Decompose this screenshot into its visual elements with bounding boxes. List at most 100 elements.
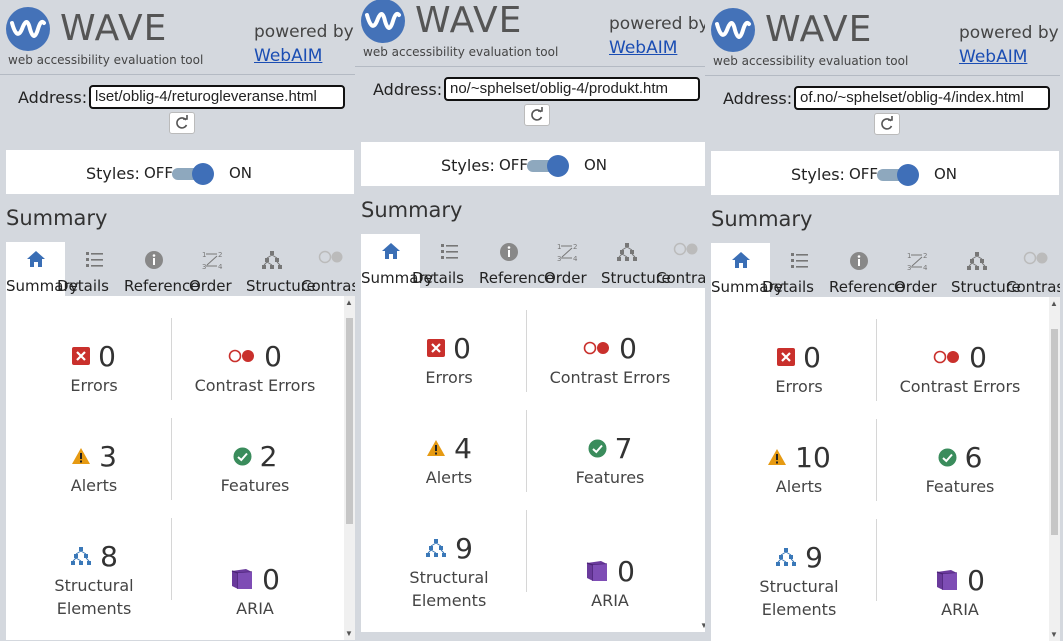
errors-summary[interactable]: 0 Errors	[366, 332, 532, 389]
aria-icon	[586, 561, 608, 581]
tab-structure[interactable]: Structure	[242, 242, 316, 296]
address-label: Address:	[723, 89, 793, 108]
tab-label: Order	[544, 269, 587, 287]
features-count: 2	[259, 439, 278, 473]
scroll-down-icon[interactable]: ▼	[1050, 630, 1058, 639]
tab-label: Details	[762, 278, 815, 296]
structural-summary[interactable]: 9 Structural Elements	[366, 532, 532, 612]
aria-summary[interactable]: 0 ARIA	[172, 563, 338, 620]
errors-count: 0	[98, 339, 116, 373]
tab-bar: Summary Details Reference 1234 Order Str…	[6, 242, 355, 296]
structure-icon	[71, 547, 92, 565]
styles-toggle-knob[interactable]	[547, 155, 569, 177]
styles-on-label: ON	[584, 156, 608, 174]
aria-summary[interactable]: 0 ARIA	[877, 564, 1043, 621]
contrast-errors-count: 0	[969, 340, 987, 374]
styles-toggle-knob[interactable]	[192, 163, 214, 185]
error-icon	[427, 339, 446, 357]
structural-summary[interactable]: 9 Structural Elements	[716, 541, 882, 621]
tab-details[interactable]: Details	[762, 243, 829, 297]
svg-text:3: 3	[907, 264, 911, 272]
tab-order[interactable]: 1 2 3 4 Order	[183, 242, 242, 296]
reload-button[interactable]	[524, 104, 550, 126]
app-subtitle: web accessibility evaluation tool	[8, 53, 204, 67]
errors-summary[interactable]: 0 Errors	[11, 340, 177, 397]
tab-reference[interactable]: Reference	[829, 243, 905, 297]
tab-contrast[interactable]: Contrast	[301, 242, 355, 296]
svg-text:2: 2	[923, 252, 927, 260]
contrast-errors-label: Contrast Errors	[194, 376, 316, 395]
structural-label: Structural Elements	[366, 566, 532, 612]
address-input[interactable]: no/~sphelset/oblig-4/produkt.htm	[444, 77, 700, 101]
tab-label: Details	[412, 269, 465, 287]
contrast-errors-count: 0	[619, 331, 637, 365]
wave-logo-icon[interactable]	[6, 7, 50, 51]
tab-reference[interactable]: Reference	[479, 234, 555, 288]
features-summary[interactable]: 6 Features	[877, 441, 1043, 498]
address-input[interactable]: of.no/~sphelset/oblig-4/index.html	[794, 86, 1050, 110]
structural-count: 9	[455, 531, 473, 565]
structural-label-line2: Elements	[56, 599, 132, 618]
aria-summary[interactable]: 0 ARIA	[527, 555, 693, 612]
tab-contrast[interactable]: Contrast	[656, 234, 710, 288]
tab-order[interactable]: 1 2 3 4 Order	[888, 243, 947, 297]
webaim-link[interactable]: WebAIM	[959, 47, 1027, 67]
reload-button[interactable]	[169, 112, 195, 134]
tab-order[interactable]: 1 2 3 4 Order	[538, 234, 597, 288]
reload-button[interactable]	[874, 113, 900, 135]
tab-details[interactable]: Details	[57, 242, 124, 296]
tab-structure[interactable]: Structure	[947, 243, 1021, 297]
address-input[interactable]: lset/oblig-4/returogleveranse.html	[89, 85, 345, 109]
scroll-down-icon[interactable]: ▼	[345, 629, 353, 638]
powered-by: powered by WebAIM	[609, 12, 709, 60]
address-label: Address:	[18, 88, 88, 107]
structural-label-line2: Elements	[761, 600, 837, 619]
alerts-summary[interactable]: 10 Alerts	[716, 441, 882, 498]
alerts-summary[interactable]: 3 Alerts	[11, 440, 177, 497]
structural-count: 9	[805, 540, 823, 574]
scroll-up-icon[interactable]: ▲	[345, 298, 353, 307]
svg-text:4: 4	[573, 255, 578, 263]
alerts-count: 4	[454, 431, 472, 465]
errors-label: Errors	[425, 368, 473, 387]
address-label: Address:	[373, 80, 443, 99]
tab-details[interactable]: Details	[412, 234, 479, 288]
app-subtitle: web accessibility evaluation tool	[363, 45, 559, 59]
features-label: Features	[925, 477, 995, 496]
webaim-link[interactable]: WebAIM	[254, 46, 322, 66]
aria-label: ARIA	[591, 591, 629, 610]
tab-contrast[interactable]: Contrast	[1006, 243, 1060, 297]
contrast-errors-summary[interactable]: 0 Contrast Errors	[877, 341, 1043, 398]
tab-structure[interactable]: Structure	[597, 234, 671, 288]
scroll-up-icon[interactable]: ▲	[1050, 299, 1058, 308]
scroll-thumb[interactable]	[1051, 329, 1058, 535]
features-label: Features	[220, 476, 290, 495]
contrast-errors-summary[interactable]: 0 Contrast Errors	[527, 332, 693, 389]
contrast-errors-label: Contrast Errors	[549, 368, 671, 387]
home-icon	[26, 251, 45, 267]
alert-icon	[72, 448, 91, 464]
contrast-errors-summary[interactable]: 0 Contrast Errors	[172, 340, 338, 397]
wave-logo-icon[interactable]	[361, 0, 405, 43]
styles-toggle-knob[interactable]	[897, 164, 919, 186]
powered-by-text: powered by	[609, 14, 709, 34]
scrollbar[interactable]: ▲ ▼	[344, 296, 355, 640]
wave-logo-icon[interactable]	[711, 8, 755, 52]
webaim-link[interactable]: WebAIM	[609, 38, 677, 58]
alerts-summary[interactable]: 4 Alerts	[366, 432, 532, 489]
aria-count: 0	[967, 563, 985, 597]
scrollbar[interactable]: ▲ ▼	[1049, 297, 1060, 641]
svg-text:2: 2	[218, 251, 222, 259]
structural-summary[interactable]: 8 Structural Elements	[11, 540, 177, 620]
styles-off-label: OFF	[499, 156, 529, 174]
errors-count: 0	[453, 331, 471, 365]
contrast-icon	[1023, 251, 1047, 265]
scroll-thumb[interactable]	[346, 318, 353, 524]
svg-text:4: 4	[218, 263, 223, 271]
features-summary[interactable]: 7 Features	[527, 432, 693, 489]
errors-summary[interactable]: 0 Errors	[716, 341, 882, 398]
features-summary[interactable]: 2 Features	[172, 440, 338, 497]
tab-reference[interactable]: Reference	[124, 242, 200, 296]
structural-label: Structural Elements	[11, 574, 177, 620]
tab-label: Contrast	[656, 269, 710, 287]
